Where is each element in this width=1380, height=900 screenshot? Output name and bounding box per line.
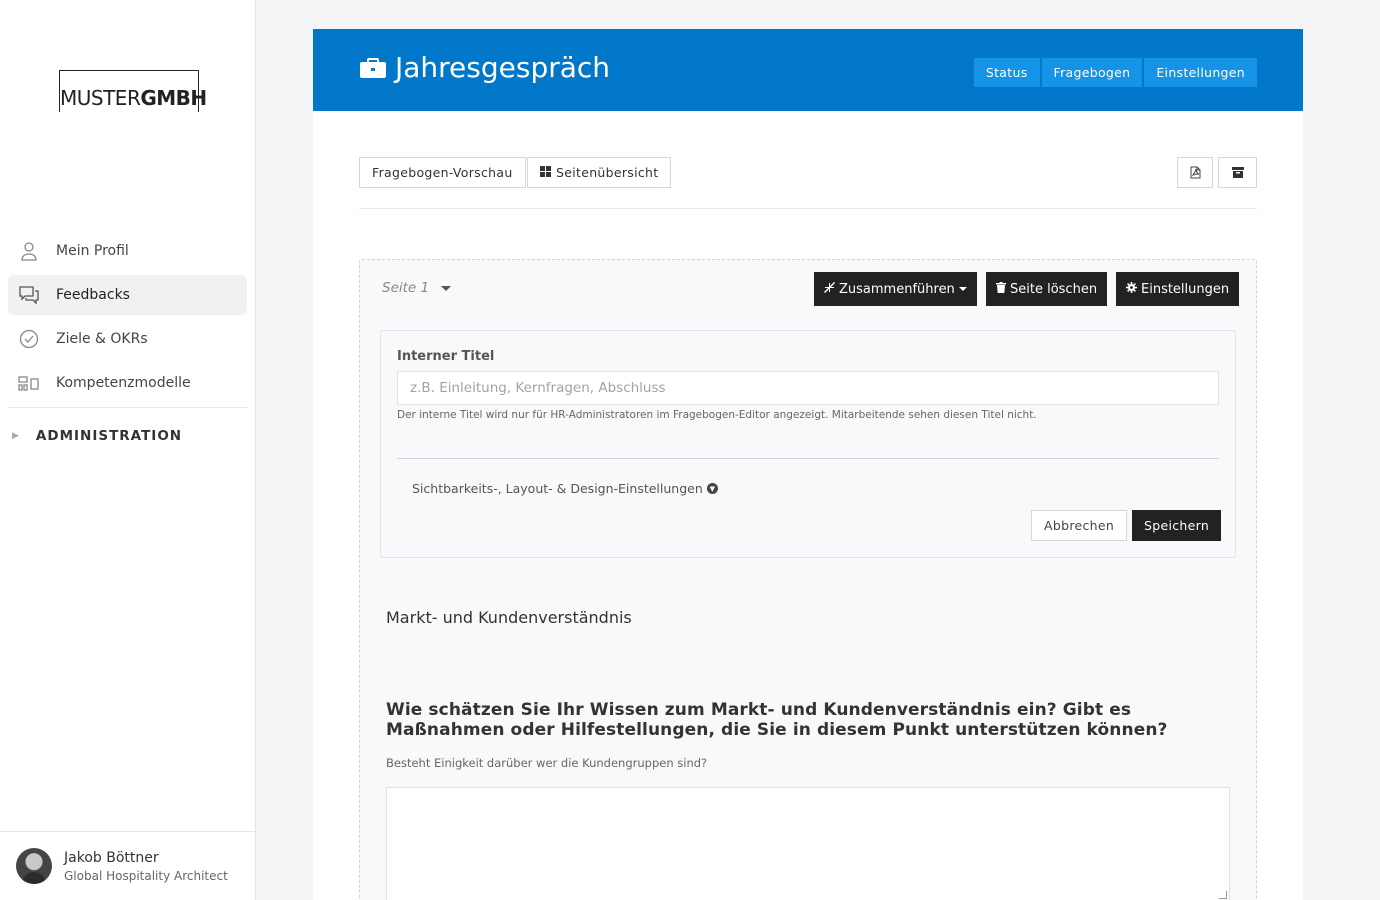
sidebar-item-label: Ziele & OKRs [56,331,148,347]
sidebar-item-administration[interactable]: ▶ ADMINISTRATION [12,428,182,444]
sidebar-item-mein-profil[interactable]: Mein Profil [8,231,247,271]
overview-label: Seitenübersicht [556,165,659,180]
company-logo[interactable]: MUSTERGMBH [59,70,207,112]
compress-icon [824,282,835,296]
resize-handle[interactable] [1219,891,1227,899]
person-icon [18,240,40,262]
pdf-button[interactable] [1177,157,1213,188]
user-name: Jakob Böttner [64,850,159,866]
chat-icon [18,284,40,306]
page-header: Jahresgespräch Status Fragebogen Einstel… [313,29,1303,111]
cancel-button[interactable]: Abbrechen [1031,510,1128,541]
archive-button[interactable] [1218,157,1257,188]
sidebar-item-label: Mein Profil [56,243,129,259]
grid-icon [18,372,40,394]
overview-button[interactable]: Seitenübersicht [527,157,672,188]
page-settings-label: Einstellungen [1141,281,1230,297]
form-divider [397,458,1219,459]
section-title: Markt- und Kundenverständnis [386,608,632,627]
briefcase-icon [360,57,386,78]
page-settings-button[interactable]: Einstellungen [1116,272,1240,306]
save-button[interactable]: Speichern [1132,510,1222,541]
sidebar-item-ziele-okrs[interactable]: Ziele & OKRs [8,319,247,359]
page-title-text: Jahresgespräch [395,51,611,84]
page-title: Jahresgespräch [359,51,610,84]
merge-label: Zusammenführen [839,281,955,297]
logo-text-1: MUSTER [60,86,141,110]
sidebar-item-feedbacks[interactable]: Feedbacks [8,275,247,315]
caret-down-icon [958,287,967,291]
pdf-icon [1190,166,1200,179]
sidebar-item-kompetenzmodelle[interactable]: Kompetenzmodelle [8,363,247,403]
avatar [16,848,52,884]
nav-divider [8,407,247,408]
visibility-settings-label: Sichtbarkeits-, Layout- & Design-Einstel… [412,481,703,496]
internal-title-label: Interner Titel [397,349,495,364]
page-selector[interactable]: Seite 1 [382,280,452,296]
admin-label: ADMINISTRATION [35,428,183,444]
caret-right-icon: ▶ [12,431,20,441]
internal-title-input[interactable] [397,371,1219,405]
check-circle-icon [18,328,40,350]
page-settings-form: Interner Titel Der interne Titel wird nu… [380,330,1236,558]
grid-icon [540,165,551,180]
page-container: Seite 1 Zusammenführen Seite löschen Ein… [359,259,1257,900]
preview-button[interactable]: Fragebogen-Vorschau [359,157,526,188]
answer-textarea[interactable] [386,787,1230,900]
main-panel: Jahresgespräch Status Fragebogen Einstel… [313,29,1303,900]
header-buttons: Status Fragebogen Einstellungen [972,58,1257,87]
sidebar-item-label: Feedbacks [56,287,130,303]
sidebar-item-label: Kompetenzmodelle [56,375,191,391]
question-hint: Besteht Einigkeit darüber wer die Kunden… [386,756,708,770]
internal-title-help: Der interne Titel wird nur für HR-Admini… [397,409,1037,421]
fragebogen-button[interactable]: Fragebogen [1041,58,1143,87]
sidebar: MUSTERGMBH Mein Profil Feedbacks Ziele &… [0,0,256,900]
toolbar: Fragebogen-Vorschau Seitenübersicht [359,157,1257,209]
chevron-down-icon: ▼ [706,483,718,494]
einstellungen-button[interactable]: Einstellungen [1144,58,1257,87]
caret-down-icon [441,285,452,291]
main-nav: Mein Profil Feedbacks Ziele & OKRs Kompe… [8,231,247,408]
user-role: Global Hospitality Architect [64,869,228,883]
visibility-settings-toggle[interactable]: Sichtbarkeits-, Layout- & Design-Einstel… [412,481,718,496]
trash-icon [996,282,1006,296]
question-text: Wie schätzen Sie Ihr Wissen zum Markt- u… [386,700,1168,740]
archive-icon [1231,167,1244,178]
page-label: Seite 1 [382,280,430,296]
gear-icon [1126,282,1137,296]
delete-page-label: Seite löschen [1010,281,1098,297]
status-button[interactable]: Status [973,58,1040,87]
user-profile[interactable]: Jakob Böttner Global Hospitality Archite… [0,831,255,900]
delete-page-button[interactable]: Seite löschen [986,272,1108,306]
logo-text-2: GMBH [140,86,207,110]
merge-button[interactable]: Zusammenführen [814,272,977,306]
